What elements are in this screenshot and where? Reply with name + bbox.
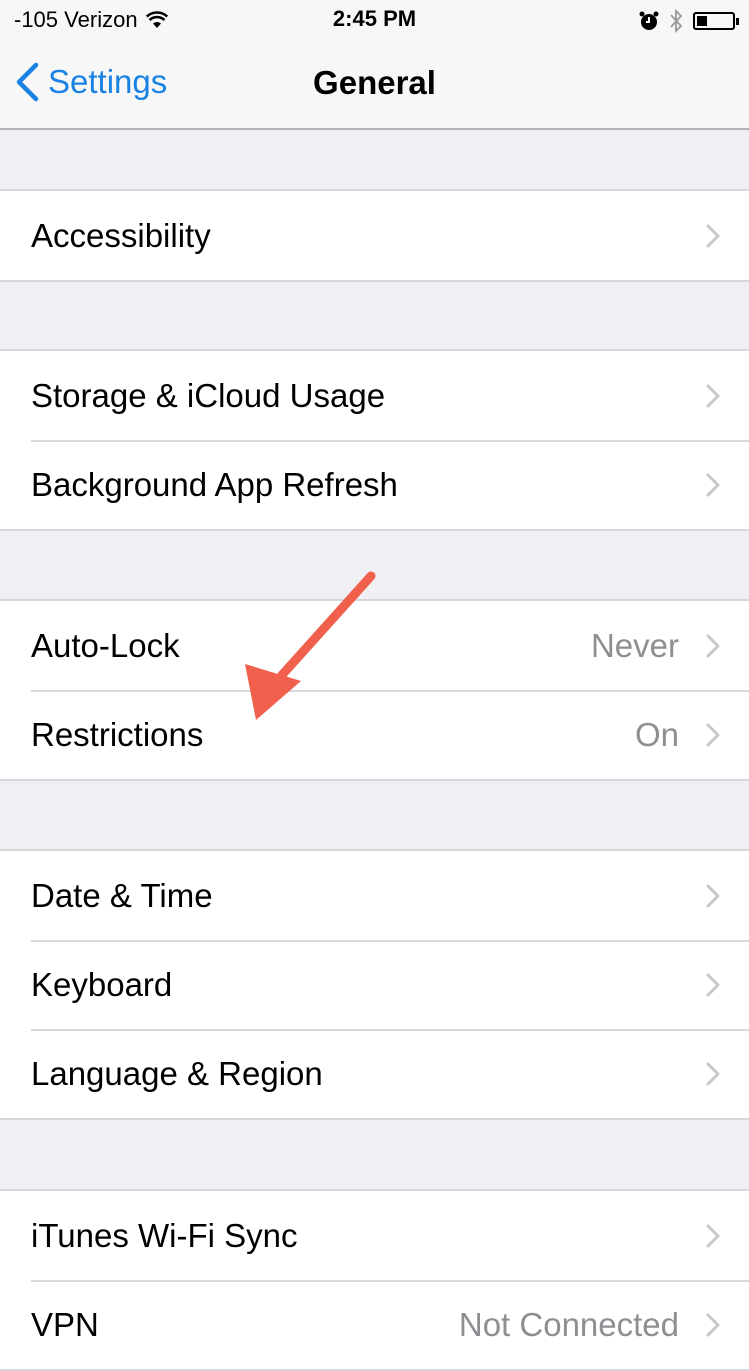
settings-row-auto-lock[interactable]: Auto-Lock Never — [0, 601, 749, 690]
settings-row-storage-icloud-usage[interactable]: Storage & iCloud Usage — [0, 351, 749, 440]
status-bar: -105 Verizon 2:45 PM — [0, 0, 749, 40]
settings-row-vpn[interactable]: VPN Not Connected — [0, 1280, 749, 1369]
settings-row-keyboard[interactable]: Keyboard — [0, 940, 749, 1029]
row-label: Restrictions — [31, 715, 204, 753]
chevron-right-icon — [706, 473, 720, 496]
bluetooth-icon — [670, 8, 683, 34]
row-label: Keyboard — [31, 965, 173, 1003]
row-label: VPN — [31, 1305, 99, 1343]
row-value: On — [634, 715, 679, 753]
settings-row-itunes-wi-fi-sync[interactable]: iTunes Wi-Fi Sync — [0, 1191, 749, 1280]
chevron-right-icon — [706, 384, 720, 407]
alarm-icon — [639, 11, 659, 30]
row-label: Language & Region — [31, 1054, 323, 1092]
settings-row-background-app-refresh[interactable]: Background App Refresh — [0, 440, 749, 529]
row-label: Date & Time — [31, 876, 213, 914]
row-label: Accessibility — [31, 216, 211, 254]
settings-group: Storage & iCloud Usage Background App Ref… — [0, 349, 749, 531]
settings-row-restrictions[interactable]: Restrictions On — [0, 690, 749, 779]
chevron-right-icon — [706, 723, 720, 746]
settings-row-date-time[interactable]: Date & Time — [0, 851, 749, 940]
chevron-right-icon — [706, 634, 720, 657]
settings-row-accessibility[interactable]: Accessibility — [0, 191, 749, 280]
page-title: General — [313, 64, 436, 101]
chevron-right-icon — [706, 973, 720, 996]
chevron-right-icon — [706, 1224, 720, 1247]
row-label: Storage & iCloud Usage — [31, 376, 386, 414]
settings-group: iTunes Wi-Fi Sync VPN Not Connected — [0, 1189, 749, 1371]
chevron-right-icon — [706, 1062, 720, 1085]
settings-row-language-region[interactable]: Language & Region — [0, 1029, 749, 1118]
settings-group: Accessibility — [0, 189, 749, 282]
row-value: Not Connected — [458, 1305, 679, 1343]
row-label: Auto-Lock — [31, 626, 180, 664]
row-label: iTunes Wi-Fi Sync — [31, 1216, 298, 1254]
row-label: Background App Refresh — [31, 465, 398, 503]
battery-icon — [693, 12, 739, 30]
settings-group: Date & Time Keyboard Language & Region — [0, 849, 749, 1120]
settings-group: Auto-Lock Never Restrictions On — [0, 599, 749, 781]
chevron-right-icon — [706, 224, 720, 247]
navigation-bar: Settings General — [0, 40, 749, 130]
chevron-right-icon — [706, 884, 720, 907]
clock: 2:45 PM — [332, 6, 417, 31]
row-value: Never — [590, 626, 679, 664]
